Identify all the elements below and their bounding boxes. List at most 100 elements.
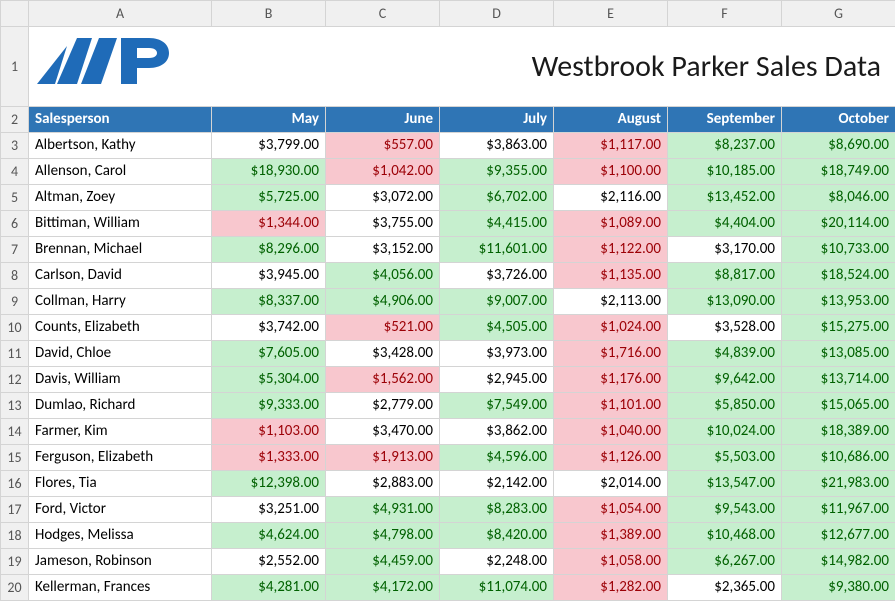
cell-value[interactable]: $5,850.00 — [668, 393, 782, 419]
cell-salesperson[interactable]: Farmer, Kim — [29, 419, 212, 445]
row-header-17[interactable]: 17 — [1, 497, 29, 523]
cell-value[interactable]: $4,798.00 — [326, 523, 440, 549]
cell-value[interactable]: $1,058.00 — [554, 549, 668, 575]
cell-value[interactable]: $9,355.00 — [440, 159, 554, 185]
cell-value[interactable]: $10,686.00 — [782, 445, 895, 471]
cell-value[interactable]: $1,126.00 — [554, 445, 668, 471]
cell-value[interactable]: $13,452.00 — [668, 185, 782, 211]
cell-value[interactable]: $7,605.00 — [212, 341, 326, 367]
cell-value[interactable]: $1,344.00 — [212, 211, 326, 237]
cell-salesperson[interactable]: Davis, William — [29, 367, 212, 393]
cell-value[interactable]: $1,040.00 — [554, 419, 668, 445]
cell-value[interactable]: $18,524.00 — [782, 263, 895, 289]
header-may[interactable]: May — [212, 107, 326, 133]
cell-value[interactable]: $4,172.00 — [326, 575, 440, 601]
cell-value[interactable]: $4,505.00 — [440, 315, 554, 341]
cell-value[interactable]: $521.00 — [326, 315, 440, 341]
cell-value[interactable]: $4,931.00 — [326, 497, 440, 523]
row-header-9[interactable]: 9 — [1, 289, 29, 315]
cell-salesperson[interactable]: David, Chloe — [29, 341, 212, 367]
cell-value[interactable]: $3,152.00 — [326, 237, 440, 263]
cell-value[interactable]: $2,113.00 — [554, 289, 668, 315]
cell-value[interactable]: $4,624.00 — [212, 523, 326, 549]
cell-value[interactable]: $4,415.00 — [440, 211, 554, 237]
row-header-15[interactable]: 15 — [1, 445, 29, 471]
cell-value[interactable]: $2,883.00 — [326, 471, 440, 497]
cell-value[interactable]: $14,982.00 — [782, 549, 895, 575]
cell-value[interactable]: $9,007.00 — [440, 289, 554, 315]
header-august[interactable]: August — [554, 107, 668, 133]
cell-value[interactable]: $557.00 — [326, 133, 440, 159]
cell-value[interactable]: $1,089.00 — [554, 211, 668, 237]
col-header-D[interactable]: D — [440, 1, 554, 27]
cell-value[interactable]: $3,755.00 — [326, 211, 440, 237]
cell-value[interactable]: $8,337.00 — [212, 289, 326, 315]
cell-value[interactable]: $2,142.00 — [440, 471, 554, 497]
cell-salesperson[interactable]: Counts, Elizabeth — [29, 315, 212, 341]
title-cell[interactable]: Westbrook Parker Sales Data — [29, 27, 895, 107]
cell-salesperson[interactable]: Ferguson, Elizabeth — [29, 445, 212, 471]
cell-salesperson[interactable]: Carlson, David — [29, 263, 212, 289]
row-header-14[interactable]: 14 — [1, 419, 29, 445]
cell-value[interactable]: $5,304.00 — [212, 367, 326, 393]
row-header-19[interactable]: 19 — [1, 549, 29, 575]
cell-value[interactable]: $13,090.00 — [668, 289, 782, 315]
cell-value[interactable]: $8,690.00 — [782, 133, 895, 159]
cell-value[interactable]: $8,237.00 — [668, 133, 782, 159]
cell-value[interactable]: $9,333.00 — [212, 393, 326, 419]
header-june[interactable]: June — [326, 107, 440, 133]
cell-salesperson[interactable]: Collman, Harry — [29, 289, 212, 315]
col-header-B[interactable]: B — [212, 1, 326, 27]
cell-value[interactable]: $7,549.00 — [440, 393, 554, 419]
cell-value[interactable]: $6,267.00 — [668, 549, 782, 575]
row-header-20[interactable]: 20 — [1, 575, 29, 601]
cell-value[interactable]: $8,420.00 — [440, 523, 554, 549]
cell-value[interactable]: $9,543.00 — [668, 497, 782, 523]
cell-value[interactable]: $18,930.00 — [212, 159, 326, 185]
cell-value[interactable]: $10,733.00 — [782, 237, 895, 263]
cell-value[interactable]: $3,799.00 — [212, 133, 326, 159]
row-header-12[interactable]: 12 — [1, 367, 29, 393]
cell-value[interactable]: $1,389.00 — [554, 523, 668, 549]
row-header-3[interactable]: 3 — [1, 133, 29, 159]
cell-salesperson[interactable]: Dumlao, Richard — [29, 393, 212, 419]
cell-value[interactable]: $11,074.00 — [440, 575, 554, 601]
header-salesperson[interactable]: Salesperson — [29, 107, 212, 133]
cell-value[interactable]: $1,103.00 — [212, 419, 326, 445]
col-header-G[interactable]: G — [782, 1, 895, 27]
spreadsheet-grid[interactable]: A B C D E F G 1Westbrook Parker Sales Da… — [0, 0, 895, 601]
cell-value[interactable]: $1,122.00 — [554, 237, 668, 263]
cell-salesperson[interactable]: Jameson, Robinson — [29, 549, 212, 575]
cell-salesperson[interactable]: Hodges, Melissa — [29, 523, 212, 549]
header-september[interactable]: September — [668, 107, 782, 133]
cell-salesperson[interactable]: Brennan, Michael — [29, 237, 212, 263]
row-header-11[interactable]: 11 — [1, 341, 29, 367]
row-header-6[interactable]: 6 — [1, 211, 29, 237]
cell-value[interactable]: $10,024.00 — [668, 419, 782, 445]
cell-value[interactable]: $18,389.00 — [782, 419, 895, 445]
cell-value[interactable]: $12,398.00 — [212, 471, 326, 497]
cell-value[interactable]: $3,528.00 — [668, 315, 782, 341]
cell-value[interactable]: $1,100.00 — [554, 159, 668, 185]
header-october[interactable]: October — [782, 107, 895, 133]
col-header-A[interactable]: A — [29, 1, 212, 27]
cell-value[interactable]: $3,170.00 — [668, 237, 782, 263]
cell-value[interactable]: $3,726.00 — [440, 263, 554, 289]
cell-value[interactable]: $1,135.00 — [554, 263, 668, 289]
cell-value[interactable]: $1,333.00 — [212, 445, 326, 471]
cell-value[interactable]: $20,114.00 — [782, 211, 895, 237]
cell-value[interactable]: $3,742.00 — [212, 315, 326, 341]
cell-value[interactable]: $1,716.00 — [554, 341, 668, 367]
cell-value[interactable]: $4,056.00 — [326, 263, 440, 289]
col-header-C[interactable]: C — [326, 1, 440, 27]
cell-value[interactable]: $1,042.00 — [326, 159, 440, 185]
select-all-corner[interactable] — [1, 1, 29, 27]
cell-value[interactable]: $1,176.00 — [554, 367, 668, 393]
cell-value[interactable]: $1,282.00 — [554, 575, 668, 601]
cell-salesperson[interactable]: Albertson, Kathy — [29, 133, 212, 159]
cell-value[interactable]: $2,014.00 — [554, 471, 668, 497]
cell-value[interactable]: $1,054.00 — [554, 497, 668, 523]
cell-value[interactable]: $4,596.00 — [440, 445, 554, 471]
cell-value[interactable]: $2,365.00 — [668, 575, 782, 601]
row-header-10[interactable]: 10 — [1, 315, 29, 341]
